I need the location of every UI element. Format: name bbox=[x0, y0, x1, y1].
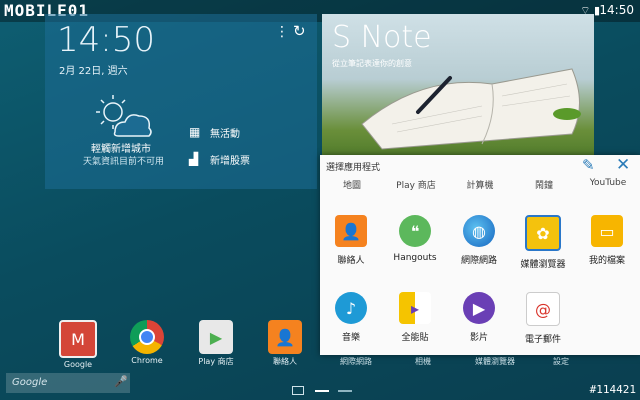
dock-label-settings[interactable]: 設定 bbox=[553, 356, 569, 367]
dock-app-play-store[interactable]: ▶ Play 商店 bbox=[186, 320, 246, 367]
dock-labels-under-dialog: 網際網路 相機 媒體瀏覽器 設定 bbox=[320, 356, 640, 366]
snote-subtitle: 從立筆記表達你的創意 bbox=[332, 59, 412, 68]
scrapbook-icon: ▸ bbox=[399, 292, 431, 324]
gallery-icon: ✿ bbox=[525, 215, 561, 251]
widget-date: 2月 22日, 週六 bbox=[59, 66, 128, 77]
email-icon: @ bbox=[526, 292, 560, 326]
weather-status: 天氣資訊目前不可用 bbox=[83, 157, 165, 167]
dock-label: Google bbox=[63, 360, 93, 369]
chrome-icon bbox=[130, 320, 164, 354]
home-pages-icon[interactable] bbox=[292, 386, 304, 395]
app-internet[interactable]: ◍ 網際網路 bbox=[448, 215, 510, 266]
dock-app-google[interactable]: M Google bbox=[48, 320, 108, 369]
app-gallery[interactable]: ✿ 媒體瀏覽器 bbox=[512, 215, 574, 270]
tab-calculator[interactable]: 計算機 bbox=[448, 178, 512, 191]
choose-app-dialog: 選擇應用程式 ✎ ✕ 地圖 Play 商店 計算機 鬧鐘 YouTube 👤 聯… bbox=[320, 155, 640, 355]
snote-title: S Note bbox=[332, 20, 432, 55]
gmail-icon: M bbox=[59, 320, 97, 358]
google-search-bar[interactable]: Google 🎤 bbox=[6, 373, 130, 393]
close-icon[interactable]: ✕ bbox=[616, 155, 630, 175]
dialog-title: 選擇應用程式 bbox=[326, 163, 381, 173]
add-stocks-label[interactable]: 新增股票 bbox=[210, 152, 250, 167]
dock-label: Play 商店 bbox=[198, 357, 234, 366]
dialog-tabs: 地圖 Play 商店 計算機 鬧鐘 YouTube bbox=[320, 176, 640, 192]
calendar-icon: ▦ bbox=[189, 125, 201, 139]
app-my-files[interactable]: ▭ 我的檔案 bbox=[576, 215, 638, 266]
page-indicator bbox=[292, 380, 353, 399]
widget-clock: 14:50 bbox=[57, 20, 155, 60]
app-video[interactable]: ▶ 影片 bbox=[448, 292, 510, 343]
refresh-icon[interactable]: ↻ bbox=[293, 22, 306, 40]
stocks-icon: ▟ bbox=[189, 152, 199, 166]
folder-icon: ▭ bbox=[591, 215, 623, 247]
tab-maps[interactable]: 地圖 bbox=[320, 178, 384, 191]
search-placeholder: Google bbox=[12, 377, 48, 388]
partly-cloudy-icon bbox=[96, 95, 152, 137]
video-icon: ▶ bbox=[463, 292, 495, 324]
dock-app-chrome[interactable]: Chrome bbox=[117, 320, 177, 365]
app-label: 網際網路 bbox=[460, 256, 497, 266]
app-label: 我的檔案 bbox=[588, 256, 625, 266]
hangouts-icon: ❝ bbox=[399, 215, 431, 247]
tab-alarm[interactable]: 鬧鐘 bbox=[512, 178, 576, 191]
app-contacts[interactable]: 👤 聯絡人 bbox=[320, 215, 382, 266]
edit-icon[interactable]: ✎ bbox=[582, 156, 595, 174]
dock-label: 聯絡人 bbox=[273, 357, 297, 366]
app-label: 影片 bbox=[469, 333, 488, 343]
more-options-icon[interactable]: ⋮ bbox=[275, 24, 289, 40]
dock-label-camera[interactable]: 相機 bbox=[415, 356, 431, 367]
dock-label-internet[interactable]: 網際網路 bbox=[340, 356, 372, 367]
contacts-icon: 👤 bbox=[335, 215, 367, 247]
watermark-id: #114421 bbox=[589, 383, 636, 396]
dock-label: Chrome bbox=[131, 356, 163, 365]
app-label: 電子郵件 bbox=[524, 335, 561, 345]
play-store-icon: ▶ bbox=[199, 320, 233, 354]
app-label: 媒體瀏覽器 bbox=[520, 260, 566, 270]
weather-widget[interactable]: 14:50 2月 22日, 週六 ⋮ ↻ 輕觸新增城市 天氣資訊目前不可用 ▦ … bbox=[45, 14, 317, 189]
page-dot[interactable] bbox=[338, 389, 353, 392]
tab-play-store[interactable]: Play 商店 bbox=[384, 178, 448, 191]
app-label: 全能貼 bbox=[401, 333, 429, 343]
tab-youtube[interactable]: YouTube bbox=[576, 178, 640, 188]
app-hangouts[interactable]: ❝ Hangouts bbox=[384, 215, 446, 263]
internet-globe-icon: ◍ bbox=[463, 215, 495, 247]
app-scrapbook[interactable]: ▸ 全能貼 bbox=[384, 292, 446, 343]
add-city-label[interactable]: 輕觸新增城市 bbox=[91, 140, 151, 155]
dock-app-contacts[interactable]: 👤 聯絡人 bbox=[255, 320, 315, 367]
page-dot-active[interactable] bbox=[315, 389, 330, 392]
status-clock: 14:50 bbox=[599, 3, 634, 17]
dock-label-gallery[interactable]: 媒體瀏覽器 bbox=[475, 356, 515, 367]
app-label: 聯絡人 bbox=[337, 256, 365, 266]
mic-icon[interactable]: 🎤 bbox=[114, 375, 128, 388]
snote-widget[interactable]: S Note 從立筆記表達你的創意 bbox=[322, 14, 594, 159]
app-email[interactable]: @ 電子郵件 bbox=[512, 292, 574, 345]
music-icon: ♪ bbox=[335, 292, 367, 324]
events-label[interactable]: 無活動 bbox=[210, 125, 240, 140]
app-label: 音樂 bbox=[341, 333, 360, 343]
app-music[interactable]: ♪ 音樂 bbox=[320, 292, 382, 343]
app-label: Hangouts bbox=[393, 253, 437, 263]
contacts-icon: 👤 bbox=[268, 320, 302, 354]
